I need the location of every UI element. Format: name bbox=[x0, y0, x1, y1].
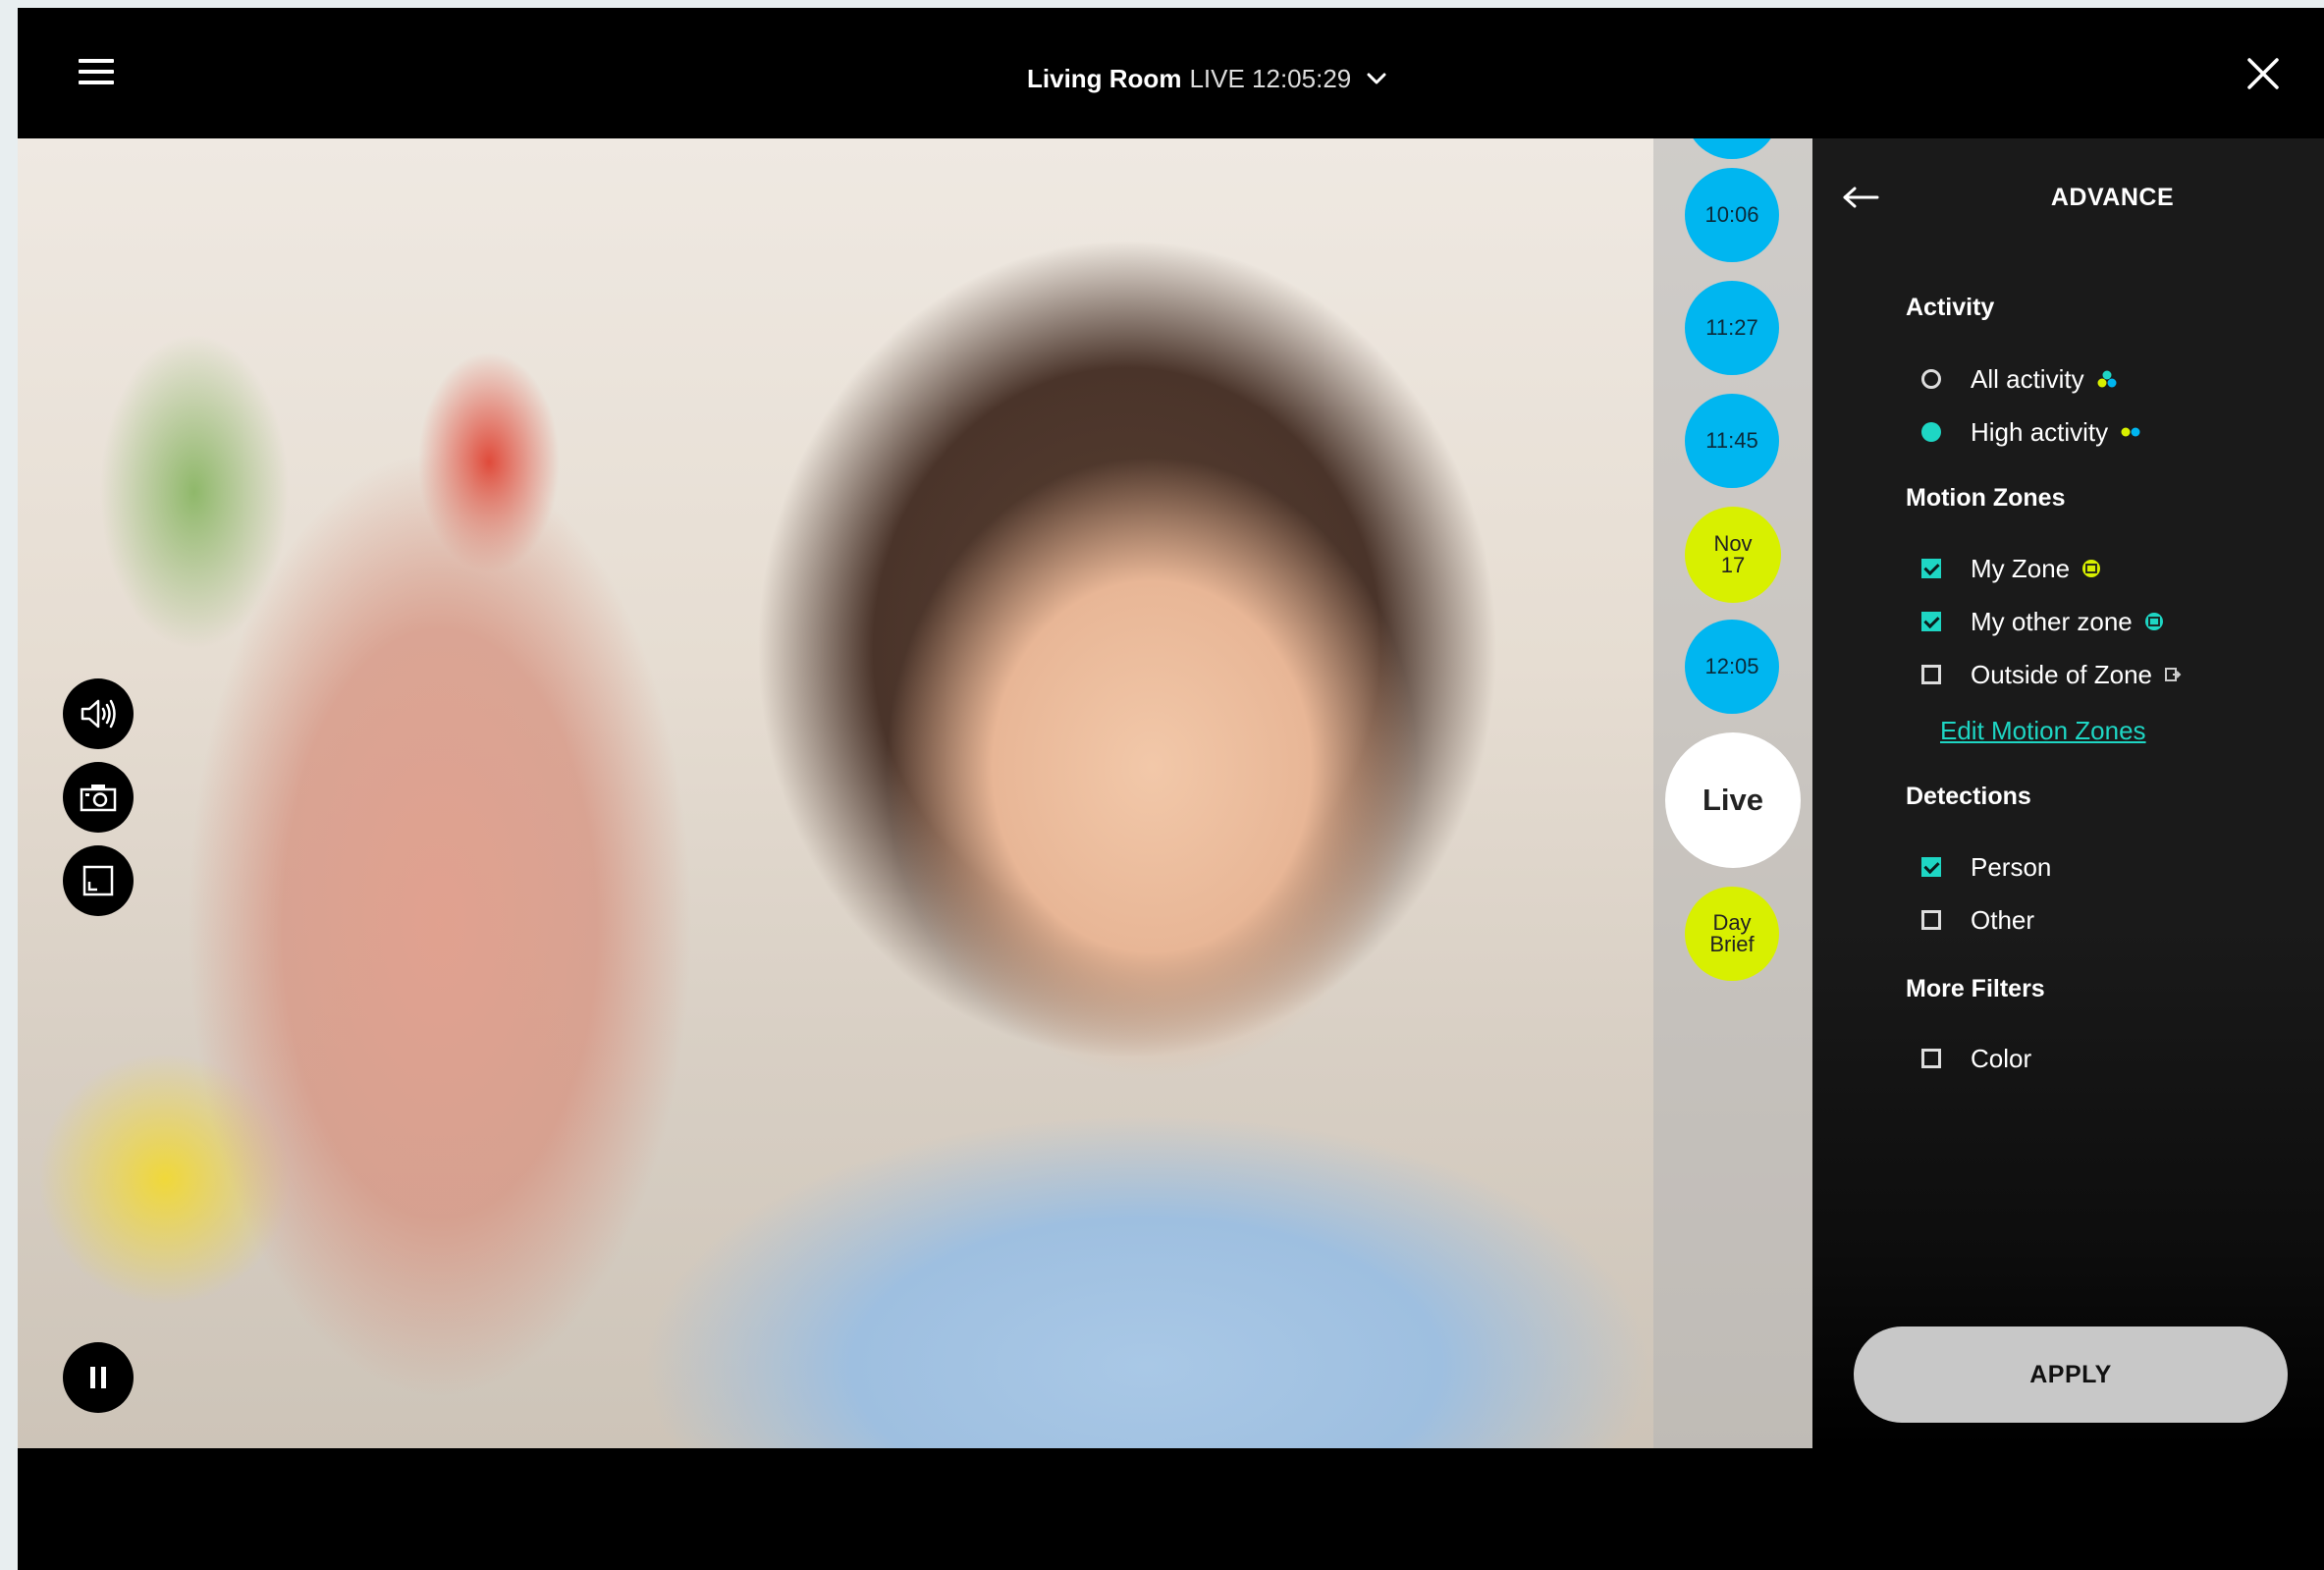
fullscreen-icon bbox=[82, 865, 114, 896]
live-video-feed[interactable]: 10:06 11:27 11:45 Nov 17 12:05 Live Day … bbox=[18, 138, 1812, 1448]
camera-icon bbox=[80, 785, 117, 812]
other-checkbox[interactable] bbox=[1921, 910, 1941, 930]
timeline-event-partial[interactable] bbox=[1685, 138, 1779, 159]
timeline-event[interactable]: 12:05 bbox=[1685, 620, 1779, 714]
my-other-zone-label: My other zone bbox=[1971, 606, 2133, 636]
panel-title-text: ADVANCE bbox=[2050, 184, 2175, 211]
filter-panel: ADVANCE Activity All activity High activ… bbox=[1812, 138, 2324, 1448]
live-timestamp: LIVE 12:05:29 bbox=[1189, 63, 1352, 93]
live-label: Live bbox=[1702, 783, 1764, 817]
my-other-zone-checkbox[interactable] bbox=[1921, 612, 1941, 631]
my-zone-option[interactable]: My Zone bbox=[1921, 552, 2101, 585]
other-label: Other bbox=[1971, 904, 2035, 935]
timeline-event-label: 11:27 bbox=[1705, 315, 1758, 340]
bottom-bar bbox=[18, 1448, 2324, 1570]
color-label: Color bbox=[1971, 1043, 2032, 1073]
high-activity-option[interactable]: High activity bbox=[1921, 415, 2141, 449]
timeline-event-label: 10:06 bbox=[1704, 202, 1759, 227]
snapshot-button[interactable] bbox=[63, 762, 134, 833]
activity-section-title: Activity bbox=[1906, 294, 1995, 321]
timeline-event-label: 11:45 bbox=[1705, 428, 1758, 453]
outside-zone-checkbox[interactable] bbox=[1921, 665, 1941, 684]
color-option[interactable]: Color bbox=[1921, 1042, 2031, 1075]
day-brief-label: Day Brief bbox=[1709, 910, 1755, 956]
detections-section-title: Detections bbox=[1906, 783, 2031, 810]
app-window: Living Room LIVE 12:05:29 10:06 11:27 11… bbox=[18, 8, 2324, 1570]
person-option[interactable]: Person bbox=[1921, 850, 2051, 884]
timeline-event[interactable]: 11:45 bbox=[1685, 394, 1779, 488]
hamburger-menu-icon[interactable] bbox=[79, 57, 116, 88]
high-activity-radio[interactable] bbox=[1921, 422, 1941, 442]
fullscreen-button[interactable] bbox=[63, 845, 134, 916]
person-label: Person bbox=[1971, 851, 2052, 882]
my-zone-label: My Zone bbox=[1971, 553, 2071, 583]
chevron-down-icon bbox=[1367, 73, 1386, 84]
close-icon[interactable] bbox=[2246, 57, 2280, 90]
outside-zone-option[interactable]: Outside of Zone bbox=[1921, 658, 2182, 691]
all-activity-radio[interactable] bbox=[1921, 369, 1941, 389]
zone-teal-icon bbox=[2144, 613, 2163, 630]
camera-selector[interactable]: Living Room LIVE 12:05:29 bbox=[1027, 59, 1386, 98]
other-option[interactable]: Other bbox=[1921, 903, 2034, 937]
timeline-date-marker[interactable]: Nov 17 bbox=[1685, 507, 1781, 603]
panel-title: ADVANCE bbox=[1812, 184, 2324, 212]
speaker-icon bbox=[81, 699, 116, 729]
color-checkbox[interactable] bbox=[1921, 1049, 1941, 1068]
outside-zone-label: Outside of Zone bbox=[1971, 659, 2152, 689]
my-zone-checkbox[interactable] bbox=[1921, 559, 1941, 578]
pause-icon bbox=[90, 1367, 106, 1388]
timeline-event[interactable]: 10:06 bbox=[1685, 168, 1779, 262]
pause-button[interactable] bbox=[63, 1342, 134, 1413]
camera-name: Living Room bbox=[1027, 63, 1182, 93]
timeline-date-label: Nov 17 bbox=[1713, 531, 1753, 577]
motion-zones-section-title: Motion Zones bbox=[1906, 484, 2066, 512]
my-other-zone-option[interactable]: My other zone bbox=[1921, 605, 2164, 638]
edit-motion-zones-link[interactable]: Edit Motion Zones bbox=[1940, 716, 2146, 746]
outside-zone-icon bbox=[2165, 668, 2182, 681]
all-activity-label: All activity bbox=[1971, 363, 2084, 394]
volume-button[interactable] bbox=[63, 678, 134, 749]
high-activity-label: High activity bbox=[1971, 416, 2109, 447]
live-button[interactable]: Live bbox=[1665, 732, 1801, 868]
event-timeline[interactable]: 10:06 11:27 11:45 Nov 17 12:05 Live Day … bbox=[1653, 138, 1812, 1448]
high-activity-dots-icon bbox=[2121, 427, 2140, 437]
zone-yellow-icon bbox=[2082, 560, 2101, 577]
apply-button[interactable]: APPLY bbox=[1854, 1326, 2288, 1423]
more-filters-section-title: More Filters bbox=[1906, 975, 2045, 1002]
timeline-event[interactable]: 11:27 bbox=[1685, 281, 1779, 375]
top-bar: Living Room LIVE 12:05:29 bbox=[18, 8, 2324, 138]
person-checkbox[interactable] bbox=[1921, 857, 1941, 877]
all-activity-dots-icon bbox=[2097, 370, 2117, 388]
all-activity-option[interactable]: All activity bbox=[1921, 362, 2118, 396]
day-brief-button[interactable]: Day Brief bbox=[1685, 887, 1779, 981]
timeline-event-label: 12:05 bbox=[1704, 654, 1759, 678]
